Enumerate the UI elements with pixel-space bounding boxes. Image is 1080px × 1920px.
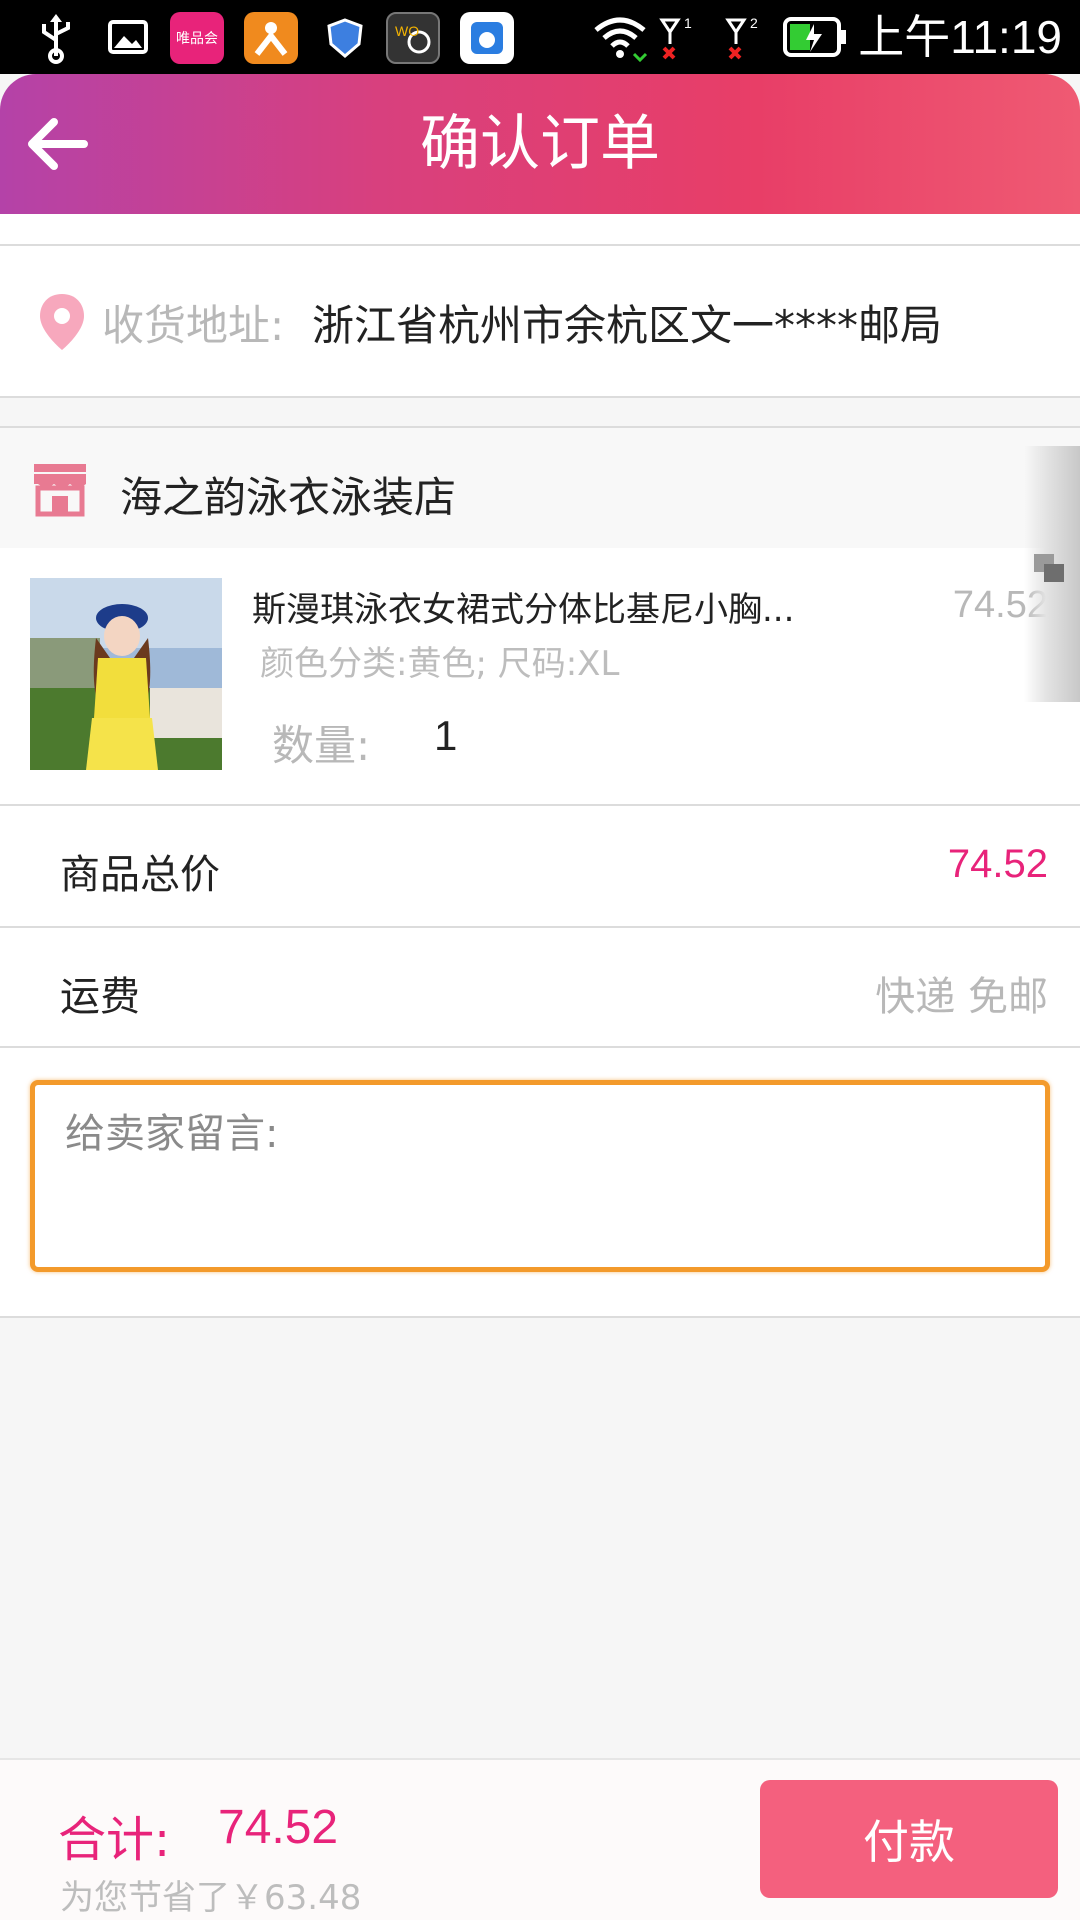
total-value: 74.52	[218, 1801, 339, 1854]
signal-2-icon: 2	[725, 15, 758, 60]
window-toggle-icon	[1034, 554, 1064, 582]
subtotal-label: 商品总价	[60, 852, 220, 898]
seller-message-input[interactable]: 给卖家留言:	[30, 1080, 1050, 1272]
battery-icon	[783, 17, 846, 57]
side-scroll-handle[interactable]	[1024, 446, 1080, 702]
wifi-icon	[594, 17, 648, 62]
top-spacer	[0, 214, 1080, 244]
wo-store-app-icon: WO	[386, 12, 440, 64]
total-label: 合计:	[58, 1812, 171, 1868]
image-icon	[108, 20, 148, 54]
checkout-bar: 合计: 74.52 为您节省了￥63.48 付款	[0, 1758, 1080, 1920]
quantity-value: 1	[434, 712, 458, 759]
seller-message-placeholder: 给卖家留言:	[65, 1111, 279, 1157]
location-pin-icon	[40, 294, 84, 350]
shipping-value: 快递 免邮	[875, 974, 1048, 1020]
divider	[0, 396, 1080, 398]
product-title: 斯漫琪泳衣女裙式分体比基尼小胸...	[252, 590, 795, 630]
product-spec: 颜色分类:黄色; 尺码:XL	[260, 644, 620, 684]
signal-1-icon: 1	[659, 15, 692, 60]
page-title: 确认订单	[420, 109, 660, 179]
usb-icon	[42, 14, 70, 64]
product-thumbnail[interactable]	[30, 578, 222, 770]
vip-app-icon: 唯品会	[170, 12, 224, 64]
svg-text:WO: WO	[395, 23, 419, 39]
shipping-label: 运费	[60, 974, 140, 1020]
shield-app-icon	[318, 12, 372, 64]
status-bar: 唯品会 WO 1 2 上午11:19	[0, 0, 1080, 74]
quantity-label: 数量:	[272, 721, 371, 770]
pay-button-label: 付款	[863, 1815, 955, 1869]
address-label: 收货地址:	[102, 301, 285, 350]
app-header: 确认订单	[0, 74, 1080, 214]
baidu-app-icon	[460, 12, 514, 64]
subtotal-value: 74.52	[947, 842, 1048, 886]
pay-button[interactable]: 付款	[760, 1780, 1058, 1898]
store-name: 海之韵泳衣泳装店	[120, 473, 457, 522]
dianping-app-icon	[244, 12, 298, 64]
clock: 上午11:19	[858, 11, 1062, 63]
svg-text:2: 2	[750, 15, 758, 31]
savings-text: 为您节省了￥63.48	[60, 1878, 362, 1918]
svg-text:1: 1	[684, 15, 692, 31]
store-icon	[34, 464, 86, 517]
address-value: 浙江省杭州市余杭区文一****邮局	[312, 301, 943, 350]
divider	[0, 1316, 1080, 1318]
